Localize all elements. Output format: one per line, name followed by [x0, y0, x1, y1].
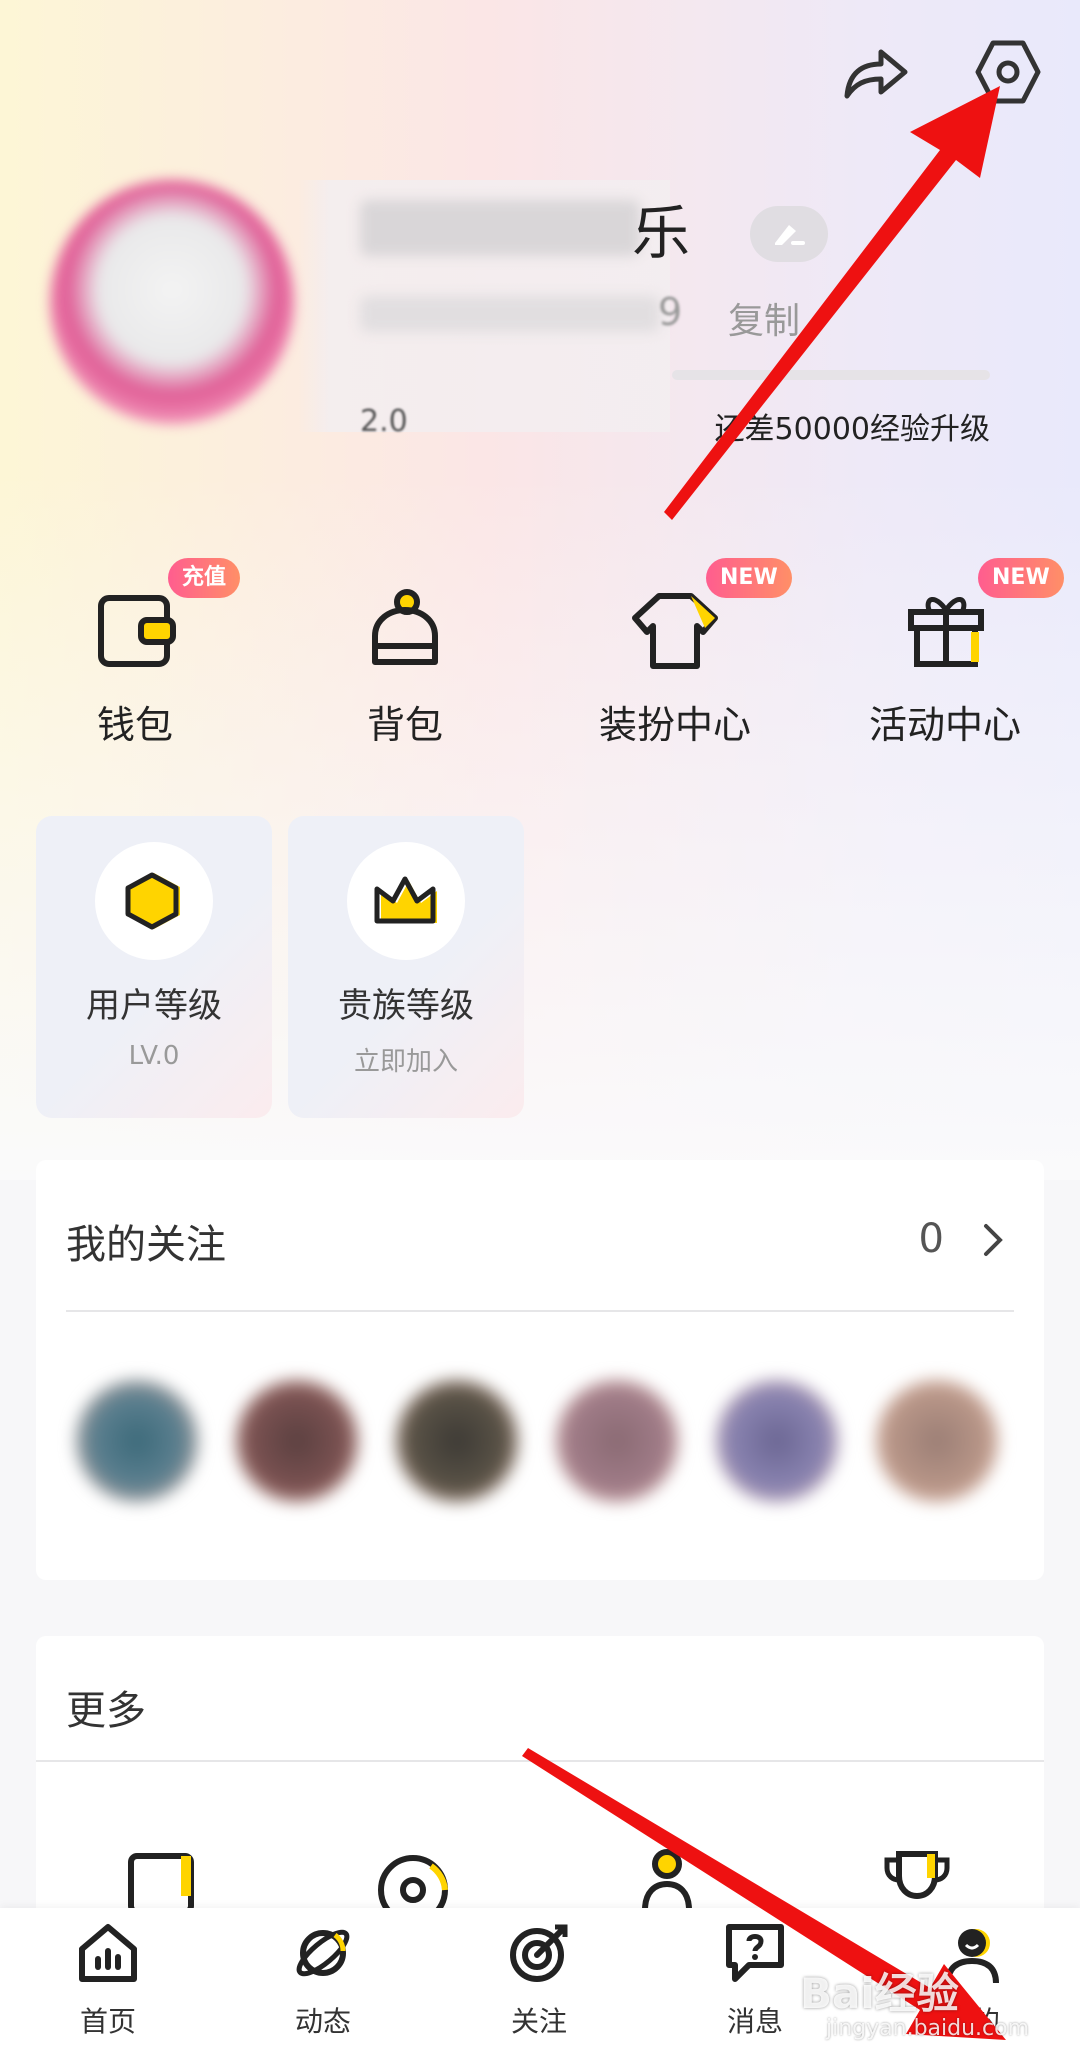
- card-subtitle: LV.0: [128, 1041, 180, 1071]
- home-chart-icon: [79, 1924, 137, 1982]
- username: 乐: [632, 199, 691, 267]
- avatar[interactable]: [50, 180, 294, 424]
- followed-avatar[interactable]: [876, 1380, 998, 1502]
- record-icon: [378, 1855, 448, 1910]
- redacted-name: [360, 200, 640, 256]
- card-title: 贵族等级: [338, 986, 474, 1026]
- more-item-user[interactable]: [622, 1846, 712, 1910]
- wallet-icon: [98, 595, 176, 667]
- user-id: 9: [658, 290, 683, 334]
- gift-icon: [908, 597, 984, 667]
- more-item-trophy[interactable]: [872, 1846, 962, 1910]
- quick-item-label: 钱包: [96, 703, 173, 747]
- card-subtitle: 立即加入: [353, 1047, 458, 1077]
- followed-avatar[interactable]: [76, 1380, 198, 1502]
- xp-hint: 还差50000经验升级: [714, 412, 990, 447]
- settings-hexagon-icon: [975, 40, 1041, 104]
- followed-avatar[interactable]: [236, 1380, 358, 1502]
- target-icon: [510, 1924, 568, 1982]
- more-item-record[interactable]: [368, 1846, 458, 1910]
- new-badge: NEW: [978, 558, 1064, 598]
- watermark: Bai经验: [800, 1969, 959, 2018]
- follow-count[interactable]: 0: [919, 1216, 944, 1262]
- divider: [36, 1760, 1044, 1762]
- redacted-id: [360, 296, 660, 332]
- follow-title: 我的关注: [66, 1222, 226, 1268]
- share-button[interactable]: [836, 32, 916, 112]
- followed-avatar[interactable]: [396, 1380, 518, 1502]
- quick-item-wallet[interactable]: 钱包: [35, 580, 235, 749]
- more-title: 更多: [66, 1688, 146, 1734]
- followed-avatar[interactable]: [716, 1380, 838, 1502]
- more-item-chat[interactable]: [116, 1846, 206, 1910]
- edit-pencil-icon: [775, 225, 805, 245]
- chevron-right-icon[interactable]: [978, 1220, 1008, 1264]
- backpack-icon: [372, 589, 438, 665]
- watermark-url: jingyan.baidu.com: [826, 2016, 1030, 2041]
- settings-button[interactable]: [968, 32, 1048, 112]
- follow-panel: 我的关注 0: [36, 1160, 1044, 1580]
- quick-item-backpack[interactable]: 背包: [305, 580, 505, 749]
- recharge-badge: 充值: [168, 558, 241, 598]
- nav-label: 动态: [294, 2005, 351, 2038]
- quick-item-label: 装扮中心: [598, 703, 751, 747]
- chat-icon: [128, 1853, 194, 1910]
- nav-home[interactable]: 首页: [33, 1918, 183, 2040]
- quick-item-label: 活动中心: [868, 703, 1021, 747]
- quick-item-label: 背包: [366, 703, 443, 747]
- quick-item-activity[interactable]: 活动中心: [845, 580, 1045, 749]
- nav-feed[interactable]: 动态: [248, 1918, 398, 2040]
- planet-icon: [296, 1929, 350, 1977]
- noble-level-card[interactable]: 贵族等级 立即加入: [288, 816, 524, 1118]
- xp-progress-bar: [672, 370, 990, 380]
- divider: [66, 1310, 1014, 1312]
- crown-icon: [374, 876, 437, 924]
- quick-item-dressup[interactable]: 装扮中心: [575, 580, 775, 749]
- nav-following[interactable]: 关注: [464, 1918, 614, 2040]
- nav-label: 首页: [79, 2005, 136, 2038]
- message-icon: [726, 1924, 784, 1982]
- edit-profile-button[interactable]: [750, 206, 828, 262]
- trophy-icon: [884, 1851, 950, 1900]
- tshirt-icon: [632, 593, 718, 669]
- nav-label: 关注: [510, 2005, 567, 2038]
- card-title: 用户等级: [86, 986, 222, 1026]
- user-level-card[interactable]: 用户等级 LV.0: [36, 816, 272, 1118]
- new-badge: NEW: [706, 558, 792, 598]
- user-icon: [642, 1849, 692, 1910]
- level-value: 2.0: [360, 404, 408, 439]
- followed-avatar[interactable]: [556, 1380, 678, 1502]
- hexagon-icon: [125, 872, 180, 930]
- share-icon: [844, 49, 908, 99]
- copy-id-button[interactable]: 复制: [728, 292, 800, 344]
